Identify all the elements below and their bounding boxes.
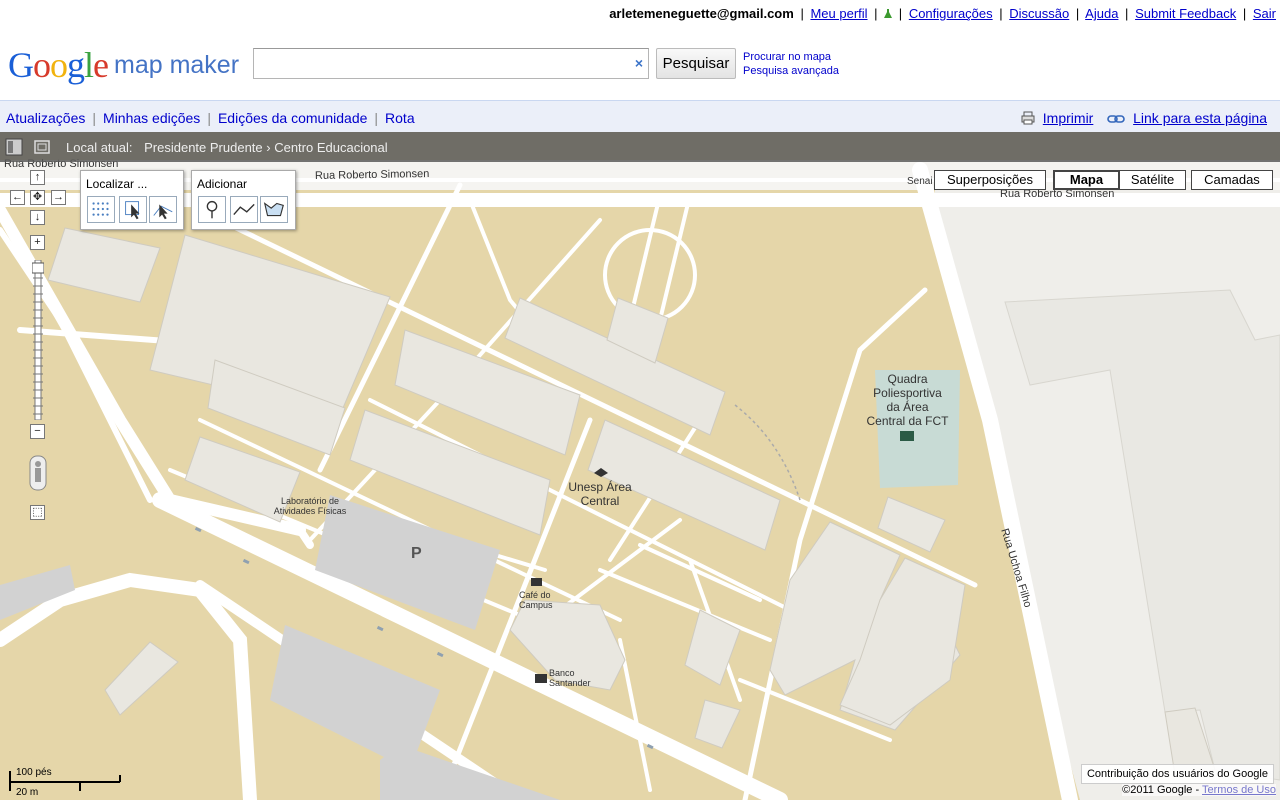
- product-name: map maker: [114, 51, 240, 79]
- grid-select-icon[interactable]: [87, 196, 115, 223]
- user-email: arletemeneguette@gmail.com: [609, 6, 794, 21]
- contribution-notice: Contribuição dos usuários do Google: [1080, 764, 1274, 784]
- google-map-maker-logo[interactable]: Google map maker: [8, 44, 240, 85]
- poi-label-quadra: Quadra Poliesportiva da Área Central da …: [860, 372, 955, 428]
- separator: |: [1075, 6, 1080, 21]
- poi-label-unesp: Unesp Área Central: [560, 480, 640, 508]
- map-canvas[interactable]: Rua Roberto Simonsen Rua Roberto Simonse…: [0, 132, 1280, 800]
- pan-center-button[interactable]: ✥: [30, 190, 45, 205]
- user-bar: arletemeneguette@gmail.com | Meu perfil …: [0, 0, 1280, 26]
- advanced-search-link[interactable]: Pesquisa avançada: [743, 64, 839, 78]
- scale-bar: 100 pés 20 m: [8, 765, 123, 800]
- help-link[interactable]: Ajuda: [1085, 6, 1118, 21]
- add-point-icon[interactable]: [198, 196, 226, 223]
- poi-label-line: Banco: [549, 668, 575, 678]
- poi-label-lab: Laboratório de Atividades Físicas: [265, 496, 355, 516]
- print-link[interactable]: Imprimir: [1043, 110, 1094, 126]
- poi-label-line: Central da FCT: [866, 414, 949, 428]
- page-actions: Imprimir Link para esta página: [1021, 110, 1267, 126]
- terms-of-use-link[interactable]: Termos de Uso: [1202, 784, 1276, 796]
- copyright: ©2011 Google - Termos de Uso: [1122, 784, 1276, 796]
- street-label: Rua Roberto Simonsen: [314, 168, 430, 182]
- poi-label-banco: Banco Santander: [549, 668, 591, 688]
- locate-panel-title: Localizar ...: [86, 177, 148, 191]
- pan-right-button[interactable]: →: [51, 190, 66, 205]
- nav-bar: Atualizações | Minhas edições | Edições da c…: [0, 100, 1280, 132]
- separator: |: [800, 6, 804, 21]
- poi-label-line: da Área: [886, 400, 929, 414]
- poi-label-line: Poliesportiva: [873, 386, 942, 400]
- google-logo-text: Google: [8, 45, 109, 85]
- search-input[interactable]: ×: [253, 48, 649, 79]
- separator: |: [898, 6, 903, 21]
- clear-search-icon[interactable]: ×: [635, 55, 643, 71]
- printer-icon[interactable]: [1021, 111, 1035, 125]
- location-breadcrumb[interactable]: Presidente Prudente › Centro Educacional: [144, 140, 388, 155]
- search-on-map-link[interactable]: Procurar no mapa: [743, 50, 839, 64]
- search-button[interactable]: Pesquisar: [656, 48, 736, 79]
- sign-out-link[interactable]: Sair: [1253, 6, 1276, 21]
- settings-link[interactable]: Configurações: [909, 6, 993, 21]
- location-bar: Local atual: Presidente Prudente › Centr…: [0, 132, 1280, 162]
- poi-label-line: Café do: [519, 590, 551, 600]
- header: Google map maker × Pesquisar Procurar no …: [0, 26, 1280, 100]
- zoom-out-button[interactable]: −: [30, 424, 45, 439]
- pan-down-button[interactable]: ↓: [30, 210, 45, 225]
- nav-links: Atualizações | Minhas edições | Edições da c…: [6, 110, 415, 126]
- toggle-panel-icon[interactable]: [4, 137, 24, 157]
- fullscreen-icon[interactable]: [32, 137, 52, 157]
- select-feature-icon[interactable]: [119, 196, 147, 223]
- submit-feedback-link[interactable]: Submit Feedback: [1135, 6, 1236, 21]
- link-to-page[interactable]: Link para esta página: [1133, 110, 1267, 126]
- parking-label: P: [411, 545, 422, 562]
- separator: |: [374, 110, 379, 126]
- zoom-in-button[interactable]: +: [30, 235, 45, 250]
- poi-label-line: Atividades Físicas: [273, 506, 347, 516]
- nav-route[interactable]: Rota: [385, 110, 415, 126]
- add-panel-title: Adicionar: [197, 177, 248, 191]
- nav-community-edits[interactable]: Edições da comunidade: [218, 110, 367, 126]
- layers-button[interactable]: Camadas: [1191, 170, 1273, 190]
- overlays-button[interactable]: Superposições: [934, 170, 1046, 190]
- poi-label-cafe: Café do Campus: [519, 590, 553, 610]
- street-view-pegman-icon[interactable]: [29, 455, 47, 491]
- select-area-button[interactable]: ⬚: [30, 505, 45, 520]
- add-panel: Adicionar: [191, 170, 296, 230]
- poi-label-line: Laboratório de: [280, 496, 340, 506]
- add-shape-icon[interactable]: [260, 196, 288, 223]
- poi-label-line: Unesp Área: [568, 480, 632, 494]
- separator: |: [999, 6, 1003, 21]
- poi-label-line: Campus: [519, 600, 553, 610]
- separator: |: [92, 110, 97, 126]
- zoom-slider[interactable]: [32, 260, 44, 420]
- nav-updates[interactable]: Atualizações: [6, 110, 85, 126]
- poi-label-line: Quadra: [887, 372, 928, 386]
- copyright-text: ©2011 Google -: [1122, 784, 1200, 796]
- current-location-label: Local atual:: [66, 140, 133, 155]
- chain-link-icon[interactable]: [1107, 113, 1126, 125]
- separator: |: [874, 6, 878, 21]
- labs-flask-icon[interactable]: [884, 9, 893, 19]
- my-profile-link[interactable]: Meu perfil: [810, 6, 867, 21]
- scale-meters-label: 20 m: [16, 787, 39, 798]
- select-line-icon[interactable]: [149, 196, 177, 223]
- separator: |: [1242, 6, 1247, 21]
- locate-panel: Localizar ...: [80, 170, 184, 230]
- discussion-link[interactable]: Discussão: [1009, 6, 1069, 21]
- poi-label-line: Central: [580, 494, 620, 508]
- nav-my-edits[interactable]: Minhas edições: [103, 110, 200, 126]
- separator: |: [1125, 6, 1129, 21]
- search-options: Procurar no mapa Pesquisa avançada: [743, 50, 839, 78]
- map-base: [0, 132, 1280, 800]
- map-type-satellite-button[interactable]: Satélite: [1119, 170, 1186, 190]
- street-label: Senai: [907, 176, 933, 187]
- current-location: Local atual: Presidente Prudente › Centr…: [66, 140, 388, 155]
- pan-left-button[interactable]: ←: [10, 190, 25, 205]
- poi-label-line: Santander: [549, 678, 591, 688]
- map-type-map-button[interactable]: Mapa: [1053, 170, 1120, 190]
- pan-up-button[interactable]: ↑: [30, 170, 45, 185]
- separator: |: [207, 110, 211, 126]
- add-line-icon[interactable]: [230, 196, 258, 223]
